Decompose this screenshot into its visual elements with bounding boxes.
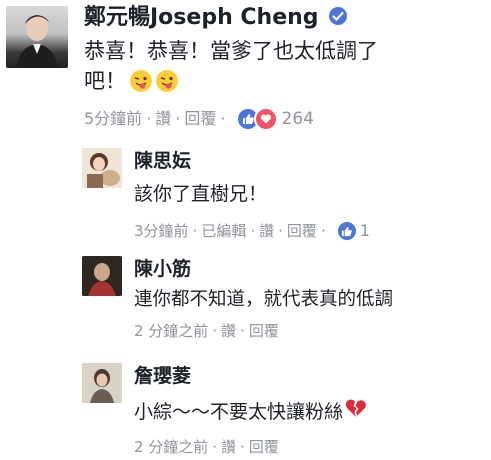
- like-link[interactable]: 讚: [221, 319, 236, 343]
- like-link[interactable]: 讚: [155, 107, 171, 131]
- like-link[interactable]: 讚: [259, 219, 274, 243]
- profile-photo: [82, 148, 122, 188]
- comment-meta: 2 分鐘之前 · 讚 · 回覆: [134, 435, 279, 459]
- reaction-count: 1: [359, 221, 370, 240]
- separator: ·: [250, 222, 256, 240]
- comment-time[interactable]: 3分鐘前: [134, 219, 189, 243]
- separator: ·: [212, 438, 218, 456]
- separator: ·: [220, 109, 226, 128]
- reaction-count: 264: [281, 109, 314, 129]
- avatar[interactable]: [6, 6, 68, 68]
- comment-text-line2: 吧！: [84, 69, 126, 93]
- author-name[interactable]: 鄭元暢Joseph Cheng: [84, 5, 319, 30]
- comment-author[interactable]: 陳小筋: [134, 256, 191, 282]
- comment-author[interactable]: 陳思妘: [134, 148, 191, 174]
- profile-photo: [82, 363, 122, 403]
- comment-3: 陳小筋 連你都不知道，就代表真的低調 2 分鐘之前 · 讚 · 回覆: [0, 250, 491, 350]
- comment-author[interactable]: 詹瓔菱: [134, 363, 191, 389]
- reply-link[interactable]: 回覆: [249, 435, 279, 459]
- separator: ·: [146, 109, 152, 128]
- winking-tongue-emoji-icon: [156, 70, 178, 92]
- profile-photo: [16, 15, 58, 68]
- comment-time[interactable]: 2 分鐘之前: [134, 435, 208, 459]
- avatar[interactable]: [82, 148, 122, 188]
- separator: ·: [240, 322, 245, 340]
- winking-tongue-emoji-icon: [130, 70, 152, 92]
- comment-text: 該你了直樹兄！: [134, 183, 268, 205]
- broken-heart-icon: [345, 398, 367, 426]
- reply-link[interactable]: 回覆: [184, 107, 216, 131]
- avatar[interactable]: [82, 256, 122, 296]
- reactions[interactable]: 1: [335, 219, 370, 243]
- comment-text: 連你都不知道，就代表真的低調: [134, 289, 394, 310]
- separator: ·: [175, 109, 181, 128]
- comment-time[interactable]: 5分鐘前: [84, 107, 142, 131]
- avatar[interactable]: [82, 363, 122, 403]
- comment-text: 小綜～～不要太快讓粉絲: [134, 398, 367, 426]
- profile-photo: [82, 256, 122, 296]
- verified-badge-icon: [329, 7, 348, 25]
- comment-4: 詹瓔菱 小綜～～不要太快讓粉絲 2 分鐘之前 · 讚 · 回覆: [0, 355, 491, 460]
- comment-meta: 3分鐘前 · 已編輯 · 讚 · 回覆 · 1: [134, 219, 370, 243]
- separator: ·: [278, 222, 283, 240]
- comment-meta: 5分鐘前 · 讚 · 回覆 · 264: [84, 107, 314, 131]
- edited-label[interactable]: 已編輯: [201, 219, 246, 243]
- separator: ·: [320, 222, 326, 240]
- love-reaction-icon: [253, 107, 278, 131]
- like-reaction-icon: [335, 220, 358, 242]
- separator: ·: [192, 222, 198, 240]
- comment-text-line1: 恭喜！恭喜！當爹了也太低調了: [84, 39, 378, 63]
- reply-link[interactable]: 回覆: [249, 319, 279, 343]
- comment-author[interactable]: 鄭元暢Joseph Cheng: [84, 4, 348, 32]
- comment-text-body: 小綜～～不要太快讓粉絲: [134, 401, 344, 423]
- like-link[interactable]: 讚: [221, 435, 236, 459]
- reactions[interactable]: 264: [235, 107, 314, 131]
- comment-text: 恭喜！恭喜！當爹了也太低調了 吧！: [84, 36, 378, 96]
- comment-2: 陳思妘 該你了直樹兄！ 3分鐘前 · 已編輯 · 讚 · 回覆 · 1: [0, 140, 491, 250]
- comment-meta: 2 分鐘之前 · 讚 · 回覆: [134, 319, 279, 343]
- comment-time[interactable]: 2 分鐘之前: [134, 319, 208, 343]
- separator: ·: [240, 438, 245, 456]
- separator: ·: [212, 322, 218, 340]
- reply-link[interactable]: 回覆: [287, 219, 317, 243]
- comment-1: 鄭元暢Joseph Cheng 恭喜！恭喜！當爹了也太低調了 吧！ 5分鐘前 ·…: [0, 0, 491, 140]
